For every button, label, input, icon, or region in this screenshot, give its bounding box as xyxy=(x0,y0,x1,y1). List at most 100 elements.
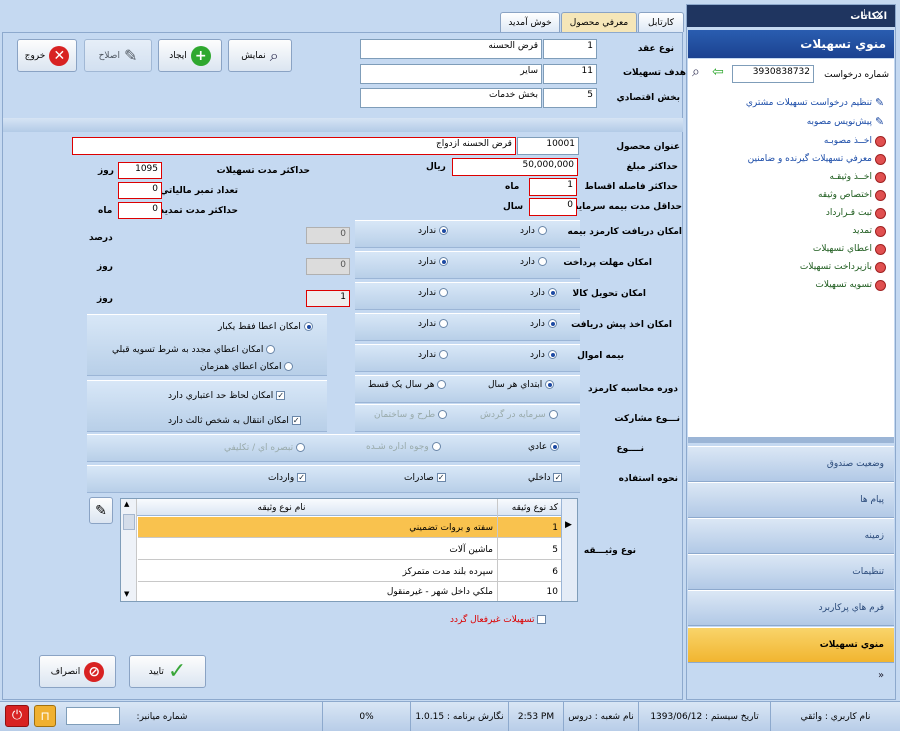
product-code[interactable]: 10001 xyxy=(517,137,579,155)
facility-goal-code[interactable]: 11 xyxy=(543,64,597,84)
row-name: ملكي داخل شهر - غيرمنقول xyxy=(386,587,493,597)
commission-yearly-start[interactable]: ابتداي هر سال xyxy=(488,380,555,390)
payment-grace-yes[interactable]: دارد xyxy=(520,257,547,267)
menu-item-request[interactable]: تنظيم درخواست تسهيلات مشتري xyxy=(746,98,872,108)
max-amount-field[interactable]: 50,000,000 xyxy=(452,158,578,176)
row-code: 10 xyxy=(546,587,558,597)
search-icon[interactable]: ⌕ xyxy=(692,64,700,80)
usage-export-checkbox[interactable]: ✓ صادرات xyxy=(404,473,446,483)
goods-delivery-field[interactable]: 1 xyxy=(306,290,350,307)
type-mandatory-radio[interactable]: تبصره اي / تكليفي xyxy=(224,443,305,453)
economic-sector-value[interactable]: بخش خدمات xyxy=(360,88,542,108)
section-messages[interactable]: پيام ها xyxy=(688,482,894,518)
property-insurance-no[interactable]: ندارد xyxy=(418,350,448,360)
partnership-working-capital[interactable]: سرمايه در گردش xyxy=(480,410,558,420)
edit-icon: ✎ xyxy=(123,46,138,65)
row-code: 6 xyxy=(552,566,558,577)
grid-edit-button[interactable]: ✎ xyxy=(89,497,113,524)
insurance-fee-yes[interactable]: دارد xyxy=(520,226,547,236)
grid-header-code: كد نوع وثيقه xyxy=(511,502,558,513)
menu-item-draft[interactable]: پيش‌نويس مصوبه xyxy=(807,117,872,127)
goods-delivery-yes[interactable]: دارد xyxy=(530,288,557,298)
menu-item-grant[interactable]: اعطاي تسهيلات xyxy=(813,244,872,254)
tab-product-intro[interactable]: معرفي محصول xyxy=(561,12,637,32)
menu-item-approval[interactable]: اخــذ مصوبـه xyxy=(824,136,872,146)
usage-domestic-checkbox[interactable]: ✓ داخلي xyxy=(528,473,563,483)
expand-chevron-icon[interactable]: » xyxy=(878,670,884,681)
tab-cartable[interactable]: کارتابل xyxy=(638,12,684,32)
prepayment-yes[interactable]: دارد xyxy=(530,319,557,329)
extension-field[interactable]: 0 xyxy=(118,202,162,219)
economic-sector-code[interactable]: 5 xyxy=(543,88,597,108)
goods-delivery-no[interactable]: ندارد xyxy=(418,288,448,298)
confirm-button[interactable]: تاييد ✓ xyxy=(129,655,206,688)
extension-label: حداكثر مدت تمديد xyxy=(159,206,238,216)
facility-goal-value[interactable]: ساير xyxy=(360,64,542,84)
menu-item-repayment[interactable]: بازپرداخت تسهيلات xyxy=(800,262,872,272)
min-insurance-field[interactable]: 0 xyxy=(529,198,577,216)
stamps-label: تعداد تمبر مالياتي xyxy=(159,186,238,196)
type-managed-funds-radio[interactable]: وجوه اداره شـده xyxy=(366,442,441,452)
edit-icon: ✎ xyxy=(95,502,107,519)
menu-item-settlement[interactable]: تسويه تسهيلات xyxy=(815,280,872,290)
cancel-button[interactable]: انصراف ⊘ xyxy=(39,655,116,688)
contract-type-value[interactable]: قرض الحسنه xyxy=(360,39,542,59)
back-arrow-icon[interactable]: ⇦ xyxy=(712,64,724,80)
section-settings[interactable]: تنظيمات xyxy=(688,554,894,590)
collateral-label: نوع وثيـــقه xyxy=(583,546,636,556)
type-label: نــــوع xyxy=(616,444,644,454)
status-percent: 0% xyxy=(322,702,410,731)
menu-item-guarantors[interactable]: معرفي تسهيلات گيرنده و ضامنين xyxy=(748,154,872,164)
prepayment-no[interactable]: ندارد xyxy=(418,319,448,329)
request-no-field[interactable]: 3930838732 xyxy=(732,65,814,83)
menu-item-assign-collateral[interactable]: اختصاص وثيقه xyxy=(818,190,872,200)
panel-pin-icon[interactable]: ⊥ xyxy=(860,8,869,19)
payment-grace-no[interactable]: ندارد xyxy=(418,257,448,267)
property-insurance-yes[interactable]: دارد xyxy=(530,350,557,360)
status-version: نگارش برنامه : 1.0.15 xyxy=(410,702,508,731)
third-party-checkbox[interactable]: ✓ امكان انتقال به شخص ثالث دارد xyxy=(168,416,301,426)
partnership-building[interactable]: طرح و ساختمان xyxy=(374,410,447,420)
inactive-checkbox[interactable]: تسهيلات غيرفعال گردد xyxy=(450,615,547,625)
product-title-label: عنوان محصول xyxy=(616,142,680,152)
section-frequent-forms[interactable]: فرم هاي پركاربرد xyxy=(688,590,894,626)
row-name: سپرده بلند مدت متمركز xyxy=(402,566,493,577)
type-normal-radio[interactable]: عادي xyxy=(528,442,560,452)
section-cash-status[interactable]: وضعيت صندوق xyxy=(688,446,894,482)
grant-concurrent-radio[interactable]: امكان اعطاي همزمان xyxy=(200,362,294,372)
insurance-fee-no[interactable]: ندارد xyxy=(418,226,448,236)
create-button[interactable]: ايجاد + xyxy=(158,39,222,72)
section-context[interactable]: زمينه xyxy=(688,518,894,554)
lock-icon[interactable]: ⊓ xyxy=(34,705,56,727)
scroll-up-icon[interactable]: ▲ xyxy=(124,500,129,508)
commission-one-installment[interactable]: هر سال يک قسط xyxy=(368,380,447,390)
tab-welcome[interactable]: خوش آمديد xyxy=(500,12,560,32)
shortcut-input[interactable] xyxy=(66,707,120,725)
insurance-fee-field[interactable]: 0 xyxy=(306,227,350,244)
facility-goal-label: هدف تسهيلات xyxy=(622,68,686,78)
scroll-thumb[interactable] xyxy=(123,514,135,530)
menu-item-extend[interactable]: تمديد xyxy=(852,226,872,236)
stamps-field[interactable]: 0 xyxy=(118,182,162,199)
edit-button[interactable]: اصلاح ✎ xyxy=(84,39,152,72)
max-duration-unit: روز xyxy=(98,166,114,176)
exit-button[interactable]: خروج ✕ xyxy=(17,39,77,72)
max-duration-field[interactable]: 1095 xyxy=(118,162,162,179)
credit-limit-checkbox[interactable]: ✓ امكان لحاظ حد اعتباري دارد xyxy=(168,391,286,401)
section-facility-menu[interactable]: منوي تسهيلات xyxy=(688,627,894,663)
power-icon[interactable]: ⏻ xyxy=(5,705,29,727)
payment-grace-unit: روز xyxy=(97,262,113,272)
installment-gap-field[interactable]: 1 xyxy=(529,178,577,196)
payment-grace-field[interactable]: 0 xyxy=(306,258,350,275)
grant-again-radio[interactable]: امكان اعطاي مجدد به شرط تسويه قبلي xyxy=(112,345,276,355)
panel-close-icon[interactable]: ✕ xyxy=(875,8,884,21)
product-title-value[interactable]: قرض الحسنه ازدواج xyxy=(72,137,516,155)
scroll-down-icon[interactable]: ▼ xyxy=(124,590,129,598)
usage-import-checkbox[interactable]: ✓ واردات xyxy=(268,473,307,483)
grant-once-radio[interactable]: امكان اعطا فقط يكبار xyxy=(218,322,313,332)
show-button[interactable]: نمايش ⌕ xyxy=(228,39,292,72)
splitter-handle[interactable] xyxy=(688,437,894,443)
menu-item-contract[interactable]: ثبت قـرارداد xyxy=(826,208,872,218)
menu-item-collateral[interactable]: اخــذ وثيقـه xyxy=(829,172,872,182)
contract-type-code[interactable]: 1 xyxy=(543,39,597,59)
